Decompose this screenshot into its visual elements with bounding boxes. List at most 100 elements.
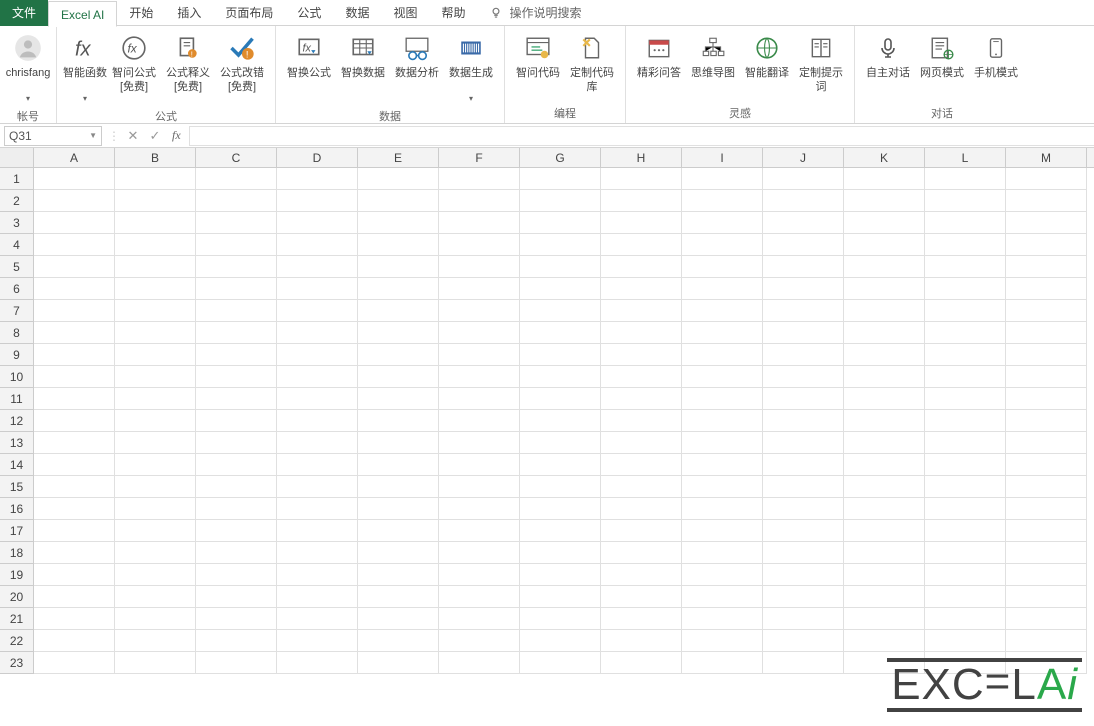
- cell[interactable]: [439, 630, 520, 652]
- row-header[interactable]: 22: [0, 630, 34, 652]
- cell[interactable]: [439, 278, 520, 300]
- cell[interactable]: [115, 212, 196, 234]
- cell[interactable]: [763, 476, 844, 498]
- cell[interactable]: [844, 432, 925, 454]
- cell[interactable]: [277, 432, 358, 454]
- smart-function-button[interactable]: fx 智能函数: [63, 30, 107, 106]
- cell[interactable]: [277, 564, 358, 586]
- cell[interactable]: [277, 542, 358, 564]
- cell[interactable]: [925, 520, 1006, 542]
- cell[interactable]: [358, 388, 439, 410]
- cell[interactable]: [358, 190, 439, 212]
- row-header[interactable]: 3: [0, 212, 34, 234]
- cell[interactable]: [196, 300, 277, 322]
- cell[interactable]: [439, 322, 520, 344]
- cell[interactable]: [439, 542, 520, 564]
- cell[interactable]: [358, 432, 439, 454]
- cell[interactable]: [763, 564, 844, 586]
- cell[interactable]: [196, 322, 277, 344]
- cell[interactable]: [925, 190, 1006, 212]
- cell[interactable]: [844, 564, 925, 586]
- swap-formula-button[interactable]: fx 智换公式: [282, 30, 336, 96]
- cell[interactable]: [358, 344, 439, 366]
- tab-formulas[interactable]: 公式: [285, 0, 333, 26]
- cell[interactable]: [682, 542, 763, 564]
- cell[interactable]: [925, 344, 1006, 366]
- cell[interactable]: [520, 234, 601, 256]
- cell[interactable]: [1006, 256, 1087, 278]
- cell[interactable]: [601, 366, 682, 388]
- cell[interactable]: [196, 278, 277, 300]
- cell[interactable]: [1006, 190, 1087, 212]
- cell[interactable]: [763, 542, 844, 564]
- cell[interactable]: [1006, 608, 1087, 630]
- cell[interactable]: [115, 498, 196, 520]
- column-header[interactable]: M: [1006, 148, 1087, 167]
- column-header[interactable]: F: [439, 148, 520, 167]
- cell[interactable]: [1006, 344, 1087, 366]
- ask-formula-button[interactable]: fx 智问公式[免费]: [107, 30, 161, 97]
- cell[interactable]: [34, 278, 115, 300]
- cell[interactable]: [196, 234, 277, 256]
- cell[interactable]: [601, 432, 682, 454]
- row-header[interactable]: 12: [0, 410, 34, 432]
- cell[interactable]: [439, 300, 520, 322]
- cell[interactable]: [196, 168, 277, 190]
- row-header[interactable]: 5: [0, 256, 34, 278]
- cell[interactable]: [520, 410, 601, 432]
- cell[interactable]: [682, 586, 763, 608]
- cell[interactable]: [925, 366, 1006, 388]
- cell[interactable]: [520, 432, 601, 454]
- cell[interactable]: [277, 256, 358, 278]
- cell[interactable]: [1006, 454, 1087, 476]
- tab-home[interactable]: 开始: [117, 0, 165, 26]
- cell[interactable]: [277, 344, 358, 366]
- cell[interactable]: [844, 300, 925, 322]
- cell[interactable]: [844, 322, 925, 344]
- cell[interactable]: [763, 168, 844, 190]
- cell[interactable]: [1006, 322, 1087, 344]
- cell[interactable]: [682, 630, 763, 652]
- cell[interactable]: [601, 454, 682, 476]
- row-header[interactable]: 6: [0, 278, 34, 300]
- cell[interactable]: [520, 454, 601, 476]
- cell[interactable]: [439, 608, 520, 630]
- cell[interactable]: [1006, 630, 1087, 652]
- cell[interactable]: [34, 586, 115, 608]
- row-header[interactable]: 9: [0, 344, 34, 366]
- cell[interactable]: [277, 410, 358, 432]
- cell[interactable]: [115, 586, 196, 608]
- cell[interactable]: [682, 256, 763, 278]
- column-header[interactable]: I: [682, 148, 763, 167]
- column-header[interactable]: K: [844, 148, 925, 167]
- cell[interactable]: [439, 586, 520, 608]
- cell[interactable]: [1006, 388, 1087, 410]
- row-header[interactable]: 23: [0, 652, 34, 674]
- cell[interactable]: [277, 212, 358, 234]
- cell[interactable]: [439, 454, 520, 476]
- cell[interactable]: [844, 366, 925, 388]
- cell[interactable]: [358, 454, 439, 476]
- cell[interactable]: [844, 608, 925, 630]
- cell[interactable]: [763, 234, 844, 256]
- cell[interactable]: [520, 212, 601, 234]
- cell[interactable]: [844, 498, 925, 520]
- cell[interactable]: [925, 432, 1006, 454]
- cell[interactable]: [358, 564, 439, 586]
- cell[interactable]: [1006, 410, 1087, 432]
- cell[interactable]: [1006, 366, 1087, 388]
- cell[interactable]: [601, 234, 682, 256]
- cell[interactable]: [196, 608, 277, 630]
- cell[interactable]: [34, 190, 115, 212]
- account-button[interactable]: chrisfang: [6, 30, 50, 106]
- cell[interactable]: [34, 520, 115, 542]
- cell[interactable]: [520, 278, 601, 300]
- cell[interactable]: [1006, 498, 1087, 520]
- column-header[interactable]: E: [358, 148, 439, 167]
- cell[interactable]: [763, 432, 844, 454]
- gen-data-button[interactable]: 数据生成: [444, 30, 498, 106]
- cell[interactable]: [358, 630, 439, 652]
- row-header[interactable]: 16: [0, 498, 34, 520]
- row-header[interactable]: 17: [0, 520, 34, 542]
- cell[interactable]: [196, 432, 277, 454]
